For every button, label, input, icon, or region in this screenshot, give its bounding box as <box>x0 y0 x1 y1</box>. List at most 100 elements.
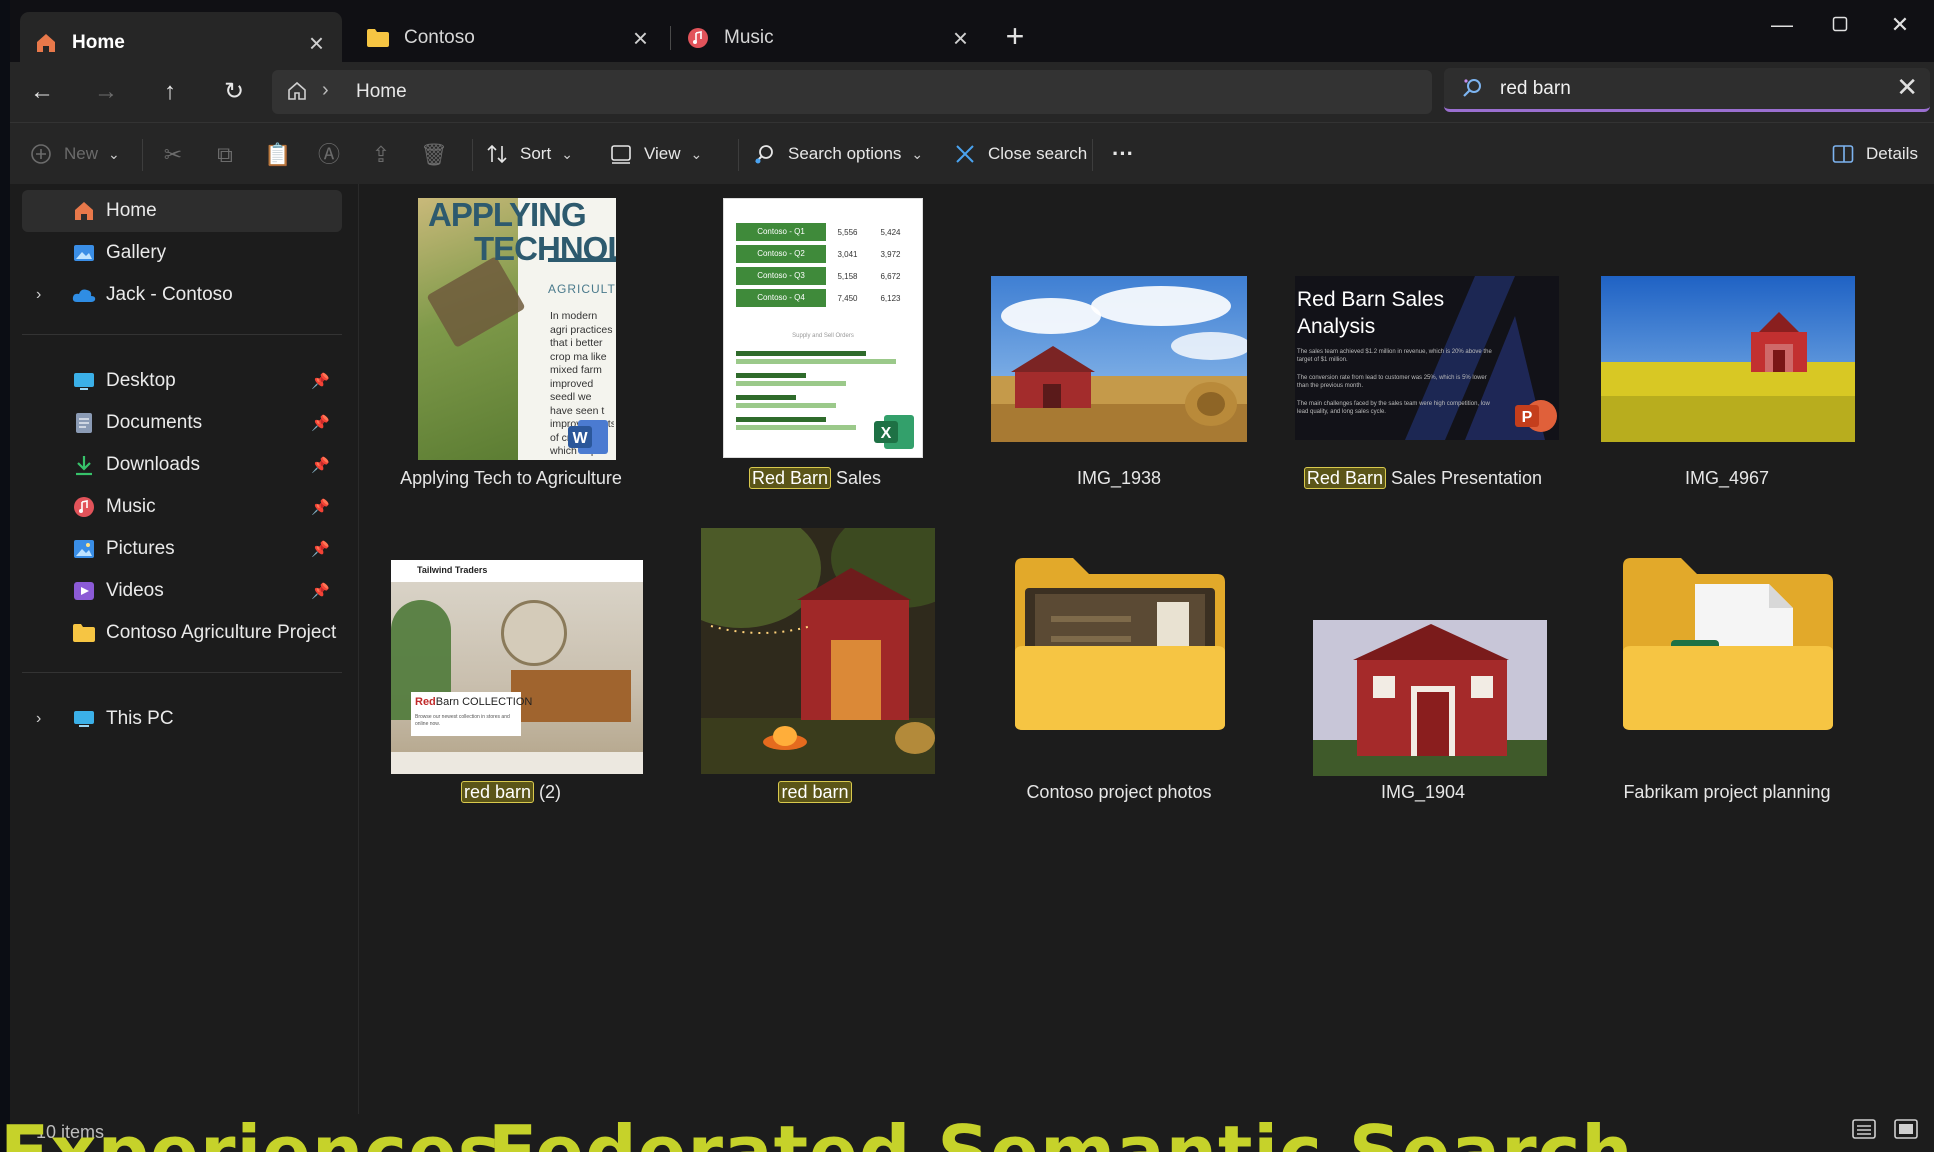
up-button[interactable]: ↑ <box>152 76 188 108</box>
file-tile[interactable]: Contoso - Q1 5,556 5,424 Contoso - Q2 3,… <box>663 198 967 489</box>
rename-icon[interactable]: Ⓐ <box>316 142 342 168</box>
pin-icon[interactable]: 📌 <box>311 372 330 390</box>
sidebar-item-home[interactable]: Home <box>22 190 342 232</box>
file-tile[interactable]: IMG_1904 <box>1271 528 1575 818</box>
file-name: IMG_4967 <box>1684 468 1770 488</box>
file-tile[interactable]: IMG_4967 <box>1575 198 1879 488</box>
chevron-right-icon[interactable]: › <box>36 710 41 728</box>
sidebar-item-pictures[interactable]: Pictures 📌 <box>22 528 342 570</box>
search-options-button[interactable]: Search options ⌄ <box>754 123 923 185</box>
view-button[interactable]: View ⌄ <box>610 123 702 185</box>
sidebar-item-onedrive[interactable]: › Jack - Contoso <box>22 274 342 316</box>
tab-contoso[interactable]: Contoso × <box>352 14 666 62</box>
sidebar-divider <box>22 672 342 673</box>
sidebar-item-label: Documents <box>106 412 203 433</box>
breadcrumb-home[interactable]: Home <box>356 81 407 103</box>
tab-music[interactable]: Music × <box>672 14 986 62</box>
sidebar-item-downloads[interactable]: Downloads 📌 <box>22 444 342 486</box>
file-explorer-window: Home × Contoso × Music × + — ✕ ← → ↑ ↻ ›… <box>10 0 1934 1152</box>
back-button[interactable]: ← <box>24 76 60 108</box>
maximize-icon[interactable] <box>1820 12 1860 38</box>
documents-icon <box>72 411 96 435</box>
close-window-icon[interactable]: ✕ <box>1880 12 1920 38</box>
file-name: Applying Tech to Agriculture <box>400 468 622 488</box>
details-pane-icon <box>1832 144 1854 164</box>
pin-icon[interactable]: 📌 <box>311 414 330 432</box>
command-bar: New ⌄ ✂ ⧉ 📋 Ⓐ ⇪ 🗑 Sort ⌄ View ⌄ Search o… <box>10 122 1934 185</box>
search-options-label: Search options <box>788 144 902 163</box>
word-document-thumbnail: APPLYING TECHNOL AGRICULT In modern agri… <box>418 198 616 460</box>
pin-icon[interactable]: 📌 <box>311 540 330 558</box>
delete-icon[interactable]: 🗑 <box>420 142 448 168</box>
details-button[interactable]: Details <box>1832 123 1918 185</box>
sidebar-item-documents[interactable]: Documents 📌 <box>22 402 342 444</box>
chevron-down-icon: ⌄ <box>561 145 573 162</box>
photo-thumbnail <box>1601 276 1855 442</box>
doc-title-line-1: APPLYING <box>428 198 587 233</box>
home-icon <box>72 199 96 223</box>
search-box[interactable]: red barn ✕ <box>1444 68 1930 112</box>
file-tile[interactable]: IMG_1938 <box>967 198 1271 488</box>
pin-icon[interactable]: 📌 <box>311 456 330 474</box>
clear-search-icon[interactable]: ✕ <box>1896 72 1918 103</box>
sidebar-item-videos[interactable]: Videos 📌 <box>22 570 342 612</box>
folder-tile[interactable]: Contoso project photos <box>967 528 1271 818</box>
videos-icon <box>72 579 96 603</box>
folder-tile[interactable]: X Fabrikam project planning <box>1575 528 1879 818</box>
folder-icon <box>366 26 390 50</box>
details-label: Details <box>1866 144 1918 163</box>
chevron-right-icon[interactable]: › <box>36 286 41 304</box>
file-name: red barn <box>663 781 967 803</box>
chart-caption: Supply and Sell Orders <box>792 333 854 339</box>
refresh-button[interactable]: ↻ <box>216 76 252 108</box>
pin-icon[interactable]: 📌 <box>311 582 330 600</box>
chevron-right-icon: › <box>322 79 329 101</box>
cut-icon[interactable]: ✂ <box>160 142 186 168</box>
tab-label: Home <box>72 32 125 53</box>
new-tab-button[interactable]: + <box>995 18 1035 55</box>
paste-icon[interactable]: 📋 <box>264 142 291 168</box>
forward-button[interactable]: → <box>88 76 124 108</box>
close-search-button[interactable]: Close search <box>954 123 1087 185</box>
file-tile[interactable]: Tailwind Traders RedBarn COLLECTION Brow… <box>359 528 663 818</box>
search-input[interactable]: red barn <box>1500 78 1571 100</box>
chevron-down-icon: ⌄ <box>911 145 924 162</box>
folder-icon <box>72 621 96 645</box>
close-tab-icon[interactable]: × <box>953 23 968 54</box>
more-options-button[interactable]: ··· <box>1112 123 1134 185</box>
file-tile[interactable]: red barn <box>663 528 967 818</box>
file-tile[interactable]: APPLYING TECHNOL AGRICULT In modern agri… <box>359 198 663 488</box>
home-icon <box>286 80 308 107</box>
address-bar[interactable]: › Home <box>272 70 1432 114</box>
tab-label: Music <box>724 27 774 48</box>
sidebar-item-music[interactable]: Music 📌 <box>22 486 342 528</box>
share-icon[interactable]: ⇪ <box>368 142 394 168</box>
photo-thumbnail <box>991 276 1247 442</box>
site-name: Tailwind Traders <box>417 565 488 575</box>
music-icon <box>72 495 96 519</box>
sidebar-item-label: Home <box>106 200 157 221</box>
spreadsheet-table: Contoso - Q1 5,556 5,424 Contoso - Q2 3,… <box>736 221 912 309</box>
sidebar-item-gallery[interactable]: Gallery <box>22 232 342 274</box>
slide-bullet: The sales team achieved $1.2 million in … <box>1297 349 1492 363</box>
sidebar-item-label: Gallery <box>106 242 167 263</box>
minimize-icon[interactable]: — <box>1762 12 1802 38</box>
sidebar-item-this-pc[interactable]: › This PC <box>22 698 342 740</box>
sort-button[interactable]: Sort ⌄ <box>486 123 573 185</box>
search-highlight: red barn <box>778 781 852 803</box>
close-tab-icon[interactable]: × <box>309 28 324 59</box>
copy-icon[interactable]: ⧉ <box>212 142 238 168</box>
file-tile[interactable]: Red Barn Sales Analysis The sales team a… <box>1271 198 1575 489</box>
word-icon: W <box>568 416 610 456</box>
sidebar-item-contoso-agriculture[interactable]: Contoso Agriculture Project <box>22 612 342 654</box>
close-tab-icon[interactable]: × <box>633 23 648 54</box>
sidebar-item-desktop[interactable]: Desktop 📌 <box>22 360 342 402</box>
chevron-down-icon: ⌄ <box>108 145 120 162</box>
command-separator <box>1092 139 1093 171</box>
folder-name: Contoso project photos <box>1026 782 1212 802</box>
pin-icon[interactable]: 📌 <box>311 498 330 516</box>
new-button[interactable]: New ⌄ <box>30 123 120 185</box>
address-row: ← → ↑ ↻ › Home red barn ✕ <box>10 62 1934 122</box>
view-label: View <box>644 144 681 163</box>
file-view: APPLYING TECHNOL AGRICULT In modern agri… <box>359 184 1934 1114</box>
